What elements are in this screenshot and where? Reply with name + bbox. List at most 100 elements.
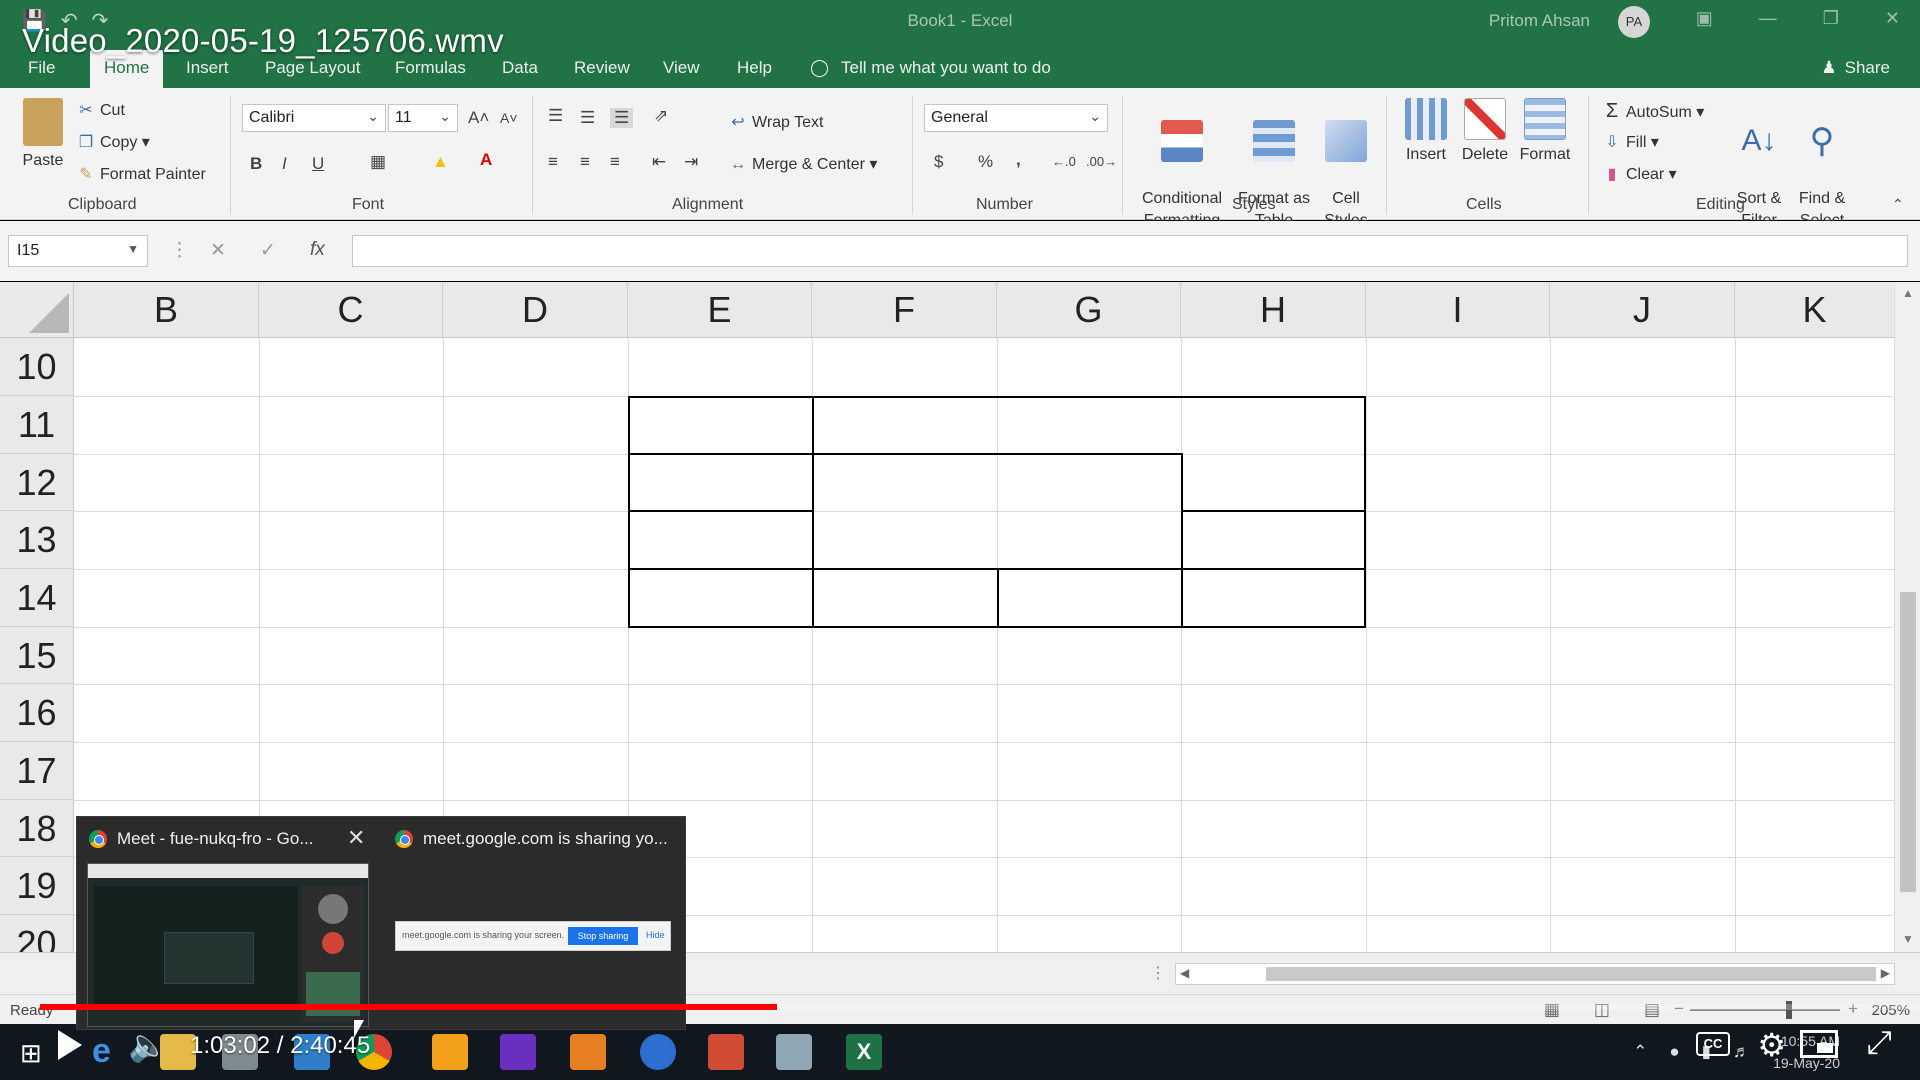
autosum-button[interactable]: Σ AutoSum ▾ xyxy=(1602,100,1704,123)
orientation-icon[interactable]: ⇗ xyxy=(654,106,668,126)
decrease-indent-icon[interactable]: ⇤ xyxy=(652,152,666,172)
copy-button[interactable]: ❐ Copy ▾ xyxy=(76,132,150,152)
split-handle-icon[interactable]: ⋮ xyxy=(1150,963,1166,983)
column-header-h[interactable]: H xyxy=(1181,282,1366,338)
user-avatar[interactable]: PA xyxy=(1618,6,1650,38)
scroll-down-icon[interactable]: ▼ xyxy=(1902,932,1914,946)
row-header-15[interactable]: 15 xyxy=(0,627,74,684)
user-name[interactable]: Pritom Ahsan xyxy=(1489,11,1590,31)
merge-center-button[interactable]: ↔ Merge & Center ▾ xyxy=(728,154,877,174)
format-painter-button[interactable]: ✎ Format Painter xyxy=(76,164,206,184)
number-format-select[interactable]: General ⌄ xyxy=(924,104,1108,132)
stop-sharing-button[interactable]: Stop sharing xyxy=(568,927,638,945)
font-size-select[interactable]: 11 ⌄ xyxy=(388,104,458,132)
bold-button[interactable]: B xyxy=(250,154,262,174)
minimize-icon[interactable]: — xyxy=(1759,8,1777,29)
align-center-icon[interactable]: ≡ xyxy=(580,152,590,172)
tab-file[interactable]: File xyxy=(28,58,55,78)
decrease-decimal-icon[interactable]: .00→ xyxy=(1086,154,1117,169)
exit-fullscreen-icon[interactable]: ⤢ xyxy=(1866,1024,1892,1062)
tab-data[interactable]: Data xyxy=(502,58,538,78)
settings-gear-icon[interactable]: ⚙ xyxy=(1757,1026,1786,1064)
align-middle-icon[interactable]: ☰ xyxy=(580,108,595,128)
row-header-16[interactable]: 16 xyxy=(0,684,74,742)
row-header-10[interactable]: 10 xyxy=(0,338,74,396)
fill-color-icon[interactable]: ▲ xyxy=(432,152,449,172)
close-preview-icon[interactable]: ✕ xyxy=(347,825,365,851)
conditional-formatting-button[interactable]: Conditional Formatting xyxy=(1134,98,1230,232)
column-header-i[interactable]: I xyxy=(1366,282,1550,338)
column-header-j[interactable]: J xyxy=(1550,282,1735,338)
paste-button[interactable]: Paste xyxy=(18,98,68,172)
percent-button[interactable]: % xyxy=(978,152,993,172)
name-box[interactable]: I15 ▼ xyxy=(8,235,148,267)
insert-function-icon[interactable]: fx xyxy=(310,239,325,261)
column-header-g[interactable]: G xyxy=(997,282,1181,338)
scroll-up-icon[interactable]: ▲ xyxy=(1902,286,1914,300)
scroll-thumb[interactable] xyxy=(1900,592,1916,892)
row-header-14[interactable]: 14 xyxy=(0,569,74,627)
volume-icon[interactable]: 🔈 xyxy=(128,1026,168,1064)
format-cells-button[interactable]: Format xyxy=(1516,98,1574,166)
row-header-17[interactable]: 17 xyxy=(0,742,74,800)
tab-page-layout[interactable]: Page Layout xyxy=(265,58,360,78)
increase-decimal-icon[interactable]: ←.0 xyxy=(1052,154,1076,169)
tab-help[interactable]: Help xyxy=(737,58,772,78)
scroll-right-icon[interactable]: ▶ xyxy=(1881,966,1890,980)
hide-button[interactable]: Hide xyxy=(646,930,665,940)
tab-view[interactable]: View xyxy=(663,58,700,78)
clear-button[interactable]: ▮ Clear ▾ xyxy=(1602,164,1677,184)
column-header-c[interactable]: C xyxy=(259,282,443,338)
page-layout-view-icon[interactable]: ◫ xyxy=(1594,1000,1610,1020)
tab-formulas[interactable]: Formulas xyxy=(395,58,466,78)
comma-button[interactable]: , xyxy=(1016,150,1021,170)
decrease-font-icon[interactable]: A˅ xyxy=(500,110,518,126)
formula-input[interactable] xyxy=(352,235,1908,267)
delete-cells-button[interactable]: Delete xyxy=(1458,98,1512,166)
scroll-thumb[interactable] xyxy=(1266,967,1876,981)
share-button[interactable]: ♟ Share xyxy=(1821,58,1890,78)
close-icon[interactable]: ✕ xyxy=(1885,8,1900,29)
tab-insert[interactable]: Insert xyxy=(186,58,229,78)
column-header-d[interactable]: D xyxy=(443,282,628,338)
wrap-text-button[interactable]: ↩ Wrap Text xyxy=(728,112,823,132)
row-header-13[interactable]: 13 xyxy=(0,511,74,569)
column-header-e[interactable]: E xyxy=(628,282,812,338)
cut-button[interactable]: ✂ Cut xyxy=(76,100,125,120)
font-color-icon[interactable]: A xyxy=(480,150,492,170)
align-right-icon[interactable]: ≡ xyxy=(610,152,620,172)
cancel-icon[interactable]: ✕ xyxy=(210,239,226,262)
page-break-view-icon[interactable]: ▤ xyxy=(1644,1000,1660,1020)
underline-button[interactable]: U xyxy=(312,154,324,174)
meet-window-thumbnail[interactable] xyxy=(87,863,369,1027)
enter-icon[interactable]: ✓ xyxy=(260,239,276,262)
normal-view-icon[interactable]: ▦ xyxy=(1544,1000,1560,1020)
currency-button[interactable]: $ xyxy=(934,152,943,172)
row-header-12[interactable]: 12 xyxy=(0,454,74,511)
fill-button[interactable]: ⇩ Fill ▾ xyxy=(1602,132,1659,152)
increase-font-icon[interactable]: A˄ xyxy=(468,108,489,128)
collapse-ribbon-icon[interactable]: ⌃ xyxy=(1892,196,1904,213)
video-progress-fill[interactable] xyxy=(40,1004,777,1010)
font-name-select[interactable]: Calibri ⌄ xyxy=(242,104,386,132)
increase-indent-icon[interactable]: ⇥ xyxy=(684,152,698,172)
borders-icon[interactable]: ▦ xyxy=(370,152,386,172)
row-header-11[interactable]: 11 xyxy=(0,396,74,454)
scroll-left-icon[interactable]: ◀ xyxy=(1180,966,1189,980)
row-header-20[interactable]: 20 xyxy=(0,915,74,952)
align-left-icon[interactable]: ≡ xyxy=(548,152,558,172)
find-select-button[interactable]: ⚲ Find & Select xyxy=(1790,98,1854,232)
cell-styles-button[interactable]: Cell Styles xyxy=(1318,98,1374,232)
vertical-scrollbar[interactable]: ▲ ▼ xyxy=(1894,282,1920,952)
align-bottom-icon[interactable]: ☰ xyxy=(610,108,634,128)
tab-review[interactable]: Review xyxy=(574,58,630,78)
column-header-k[interactable]: K xyxy=(1735,282,1895,338)
italic-button[interactable]: I xyxy=(282,154,287,174)
row-header-19[interactable]: 19 xyxy=(0,857,74,915)
play-button[interactable] xyxy=(58,1030,82,1060)
preview-tab-sharing[interactable]: meet.google.com is sharing yo... xyxy=(395,829,668,849)
ribbon-display-icon[interactable]: ▣ xyxy=(1696,8,1713,29)
row-header-18[interactable]: 18 xyxy=(0,800,74,857)
preview-tab-meet[interactable]: Meet - fue-nukq-fro - Go... xyxy=(89,829,314,849)
align-top-icon[interactable]: ☰ xyxy=(548,106,563,126)
